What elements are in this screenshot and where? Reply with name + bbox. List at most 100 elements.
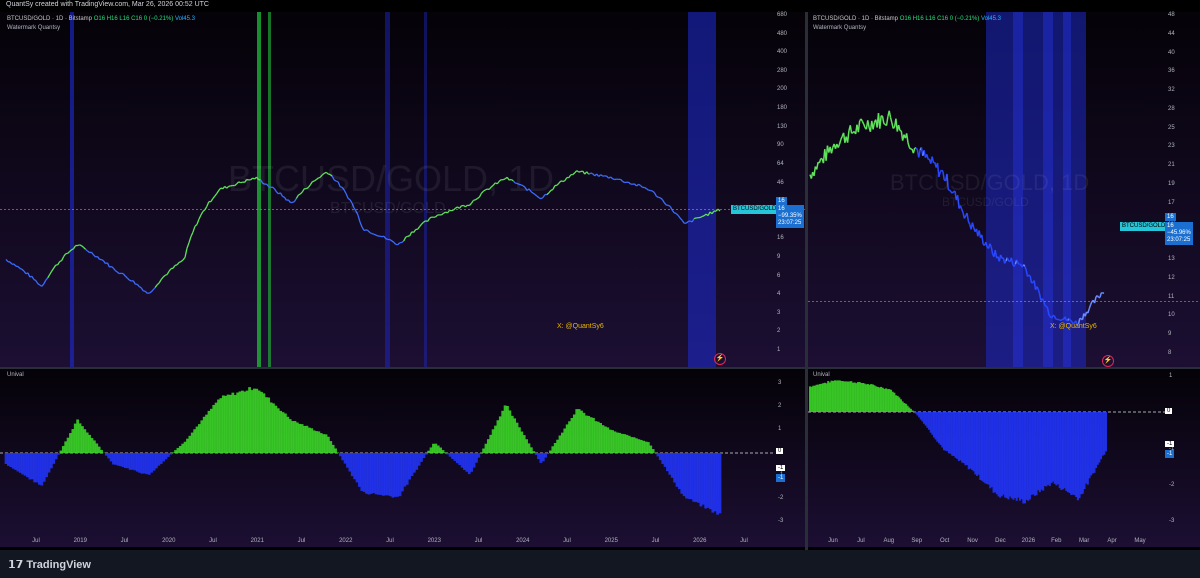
right-price-y-tick: 23: [1168, 143, 1175, 150]
left-price-panel[interactable]: BTCUSD/GOLD · 1D · Bitstamp O16 H16 L16 …: [0, 12, 805, 367]
left-price-tag: BTCUSD/GOLD: [731, 205, 779, 214]
price-segment: [1017, 262, 1020, 265]
left-osc-chart: [0, 369, 805, 547]
left-price-y-tick: 130: [777, 123, 788, 130]
right-price-y-tick: 32: [1168, 87, 1175, 94]
right-price-y-tick: 10: [1168, 312, 1175, 319]
price-tag-time: 23:07:25: [1167, 237, 1191, 243]
tradingview-logo[interactable]: 𝟭𝟳 TradingView: [8, 556, 91, 571]
price-segment: [658, 196, 661, 199]
close-value: C16: [937, 16, 949, 22]
left-x-tick: 2021: [250, 538, 264, 544]
left-price-y-tick: 16: [777, 235, 784, 242]
price-segment: [129, 279, 132, 282]
left-osc-label: Unival: [7, 372, 24, 378]
right-bolt-icon[interactable]: ⚡: [1102, 355, 1114, 367]
price-segment: [405, 235, 408, 238]
price-segment: [59, 260, 62, 263]
left-osc-tag-a: -1: [776, 465, 786, 471]
price-segment: [178, 261, 182, 264]
price-segment: [375, 234, 379, 237]
left-x-tick: 2022: [339, 538, 353, 544]
right-x-tick: Aug: [883, 538, 895, 544]
price-segment: [688, 220, 691, 223]
left-price-tag-detail: 16 −99.35% 23:07:25: [776, 205, 804, 228]
right-pane-divider[interactable]: [808, 367, 1200, 369]
right-osc-zero-tag: 0: [1165, 408, 1173, 414]
open-value: O16: [899, 16, 912, 22]
right-x-tick: Mar: [1079, 538, 1090, 544]
low-value: L16: [119, 16, 130, 22]
left-osc-panel[interactable]: Unival: [0, 369, 805, 547]
right-osc-chart: [808, 369, 1200, 547]
right-price-y-tick: 48: [1168, 12, 1175, 18]
right-osc-y-tick: -2: [1169, 481, 1175, 488]
right-watermark-small: BTCUSD/GOLD: [942, 195, 1029, 209]
left-watermark-small: BTCUSD/GOLD: [330, 200, 446, 217]
left-x-tick: Jul: [32, 538, 40, 544]
price-segment: [578, 170, 581, 173]
high-value: H16: [912, 16, 924, 22]
left-osc-y-tick: -2: [778, 495, 784, 501]
left-x-tick: Jul: [297, 538, 306, 544]
price-segment: [1028, 274, 1031, 277]
change-value: 0 (−0.21%): [143, 16, 174, 22]
left-watermark: BTCUSD/GOLD, 1D: [228, 158, 555, 199]
right-x-tick: Dec: [995, 538, 1006, 544]
high-value: H16: [106, 16, 118, 22]
close-value: C16: [131, 16, 143, 22]
right-price-y-tick: 25: [1168, 124, 1175, 131]
price-segment: [292, 201, 295, 204]
left-x-tick: 2023: [427, 538, 441, 544]
right-x-tick: Jun: [828, 538, 838, 544]
right-price-panel[interactable]: BTCUSD/GOLD · 1D · Bitstamp O16 H16 L16 …: [808, 12, 1200, 367]
price-tag-label: BTCUSD/GOLD: [1122, 223, 1166, 229]
price-segment: [407, 235, 410, 237]
price-segment: [1058, 318, 1061, 321]
left-pane-divider[interactable]: [0, 367, 805, 369]
change-value: 0 (−0.21%): [949, 16, 980, 22]
low-value: L16: [925, 16, 936, 22]
left-price-y-tick: 180: [777, 105, 788, 112]
price-segment: [1048, 314, 1051, 318]
price-segment: [363, 229, 367, 232]
right-osc-y-tick: -3: [1169, 518, 1175, 524]
price-segment: [1031, 281, 1034, 284]
price-segment: [385, 238, 389, 241]
price-segment: [562, 180, 566, 183]
right-price-y-tick: 12: [1168, 274, 1175, 281]
right-osc-panel[interactable]: Unival: [808, 369, 1200, 547]
right-price-y-tick: 19: [1168, 181, 1175, 187]
right-price-y-tick: 28: [1168, 105, 1175, 112]
right-legend: BTCUSD/GOLD · 1D · Bitstamp O16 H16 L16 …: [813, 16, 1001, 22]
price-segment: [650, 189, 653, 192]
right-watermark: BTCUSD/GOLD, 1D: [890, 170, 1090, 195]
price-segment: [164, 273, 168, 276]
left-x-tick: Jul: [386, 538, 394, 544]
left-x-tick: Jul: [209, 538, 217, 544]
left-price-y-tick: 3: [777, 309, 781, 316]
vertical-divider[interactable]: [805, 12, 808, 550]
left-bolt-icon[interactable]: ⚡: [714, 353, 726, 365]
left-price-y-tick: 1: [777, 347, 781, 353]
left-price-y-tick: 480: [777, 30, 788, 37]
price-segment: [1068, 318, 1071, 321]
footer-bar: 𝟭𝟳 TradingView: [0, 550, 1200, 578]
right-price-y-tick: 40: [1168, 49, 1175, 56]
right-last-price: 16: [1165, 213, 1176, 221]
left-credit: X: @QuantSy6: [557, 323, 604, 330]
left-price-y-tick: 6: [777, 272, 781, 279]
left-osc-y-tick: -3: [778, 518, 784, 524]
right-osc-tag-b: -1: [1165, 450, 1175, 458]
open-value: O16: [93, 16, 106, 22]
left-price-y-tick: 2: [777, 328, 781, 335]
price-segment: [693, 217, 697, 220]
right-price-y-tick: 13: [1168, 256, 1175, 263]
price-tag-time: 23:07:25: [778, 220, 802, 226]
price-segment: [892, 126, 896, 129]
left-x-tick: 2026: [693, 538, 707, 544]
tv-logo-icon: 𝟭𝟳: [8, 559, 27, 571]
price-segment: [451, 209, 454, 212]
price-tag-value: 16: [778, 206, 785, 212]
left-x-tick: Jul: [651, 538, 660, 544]
